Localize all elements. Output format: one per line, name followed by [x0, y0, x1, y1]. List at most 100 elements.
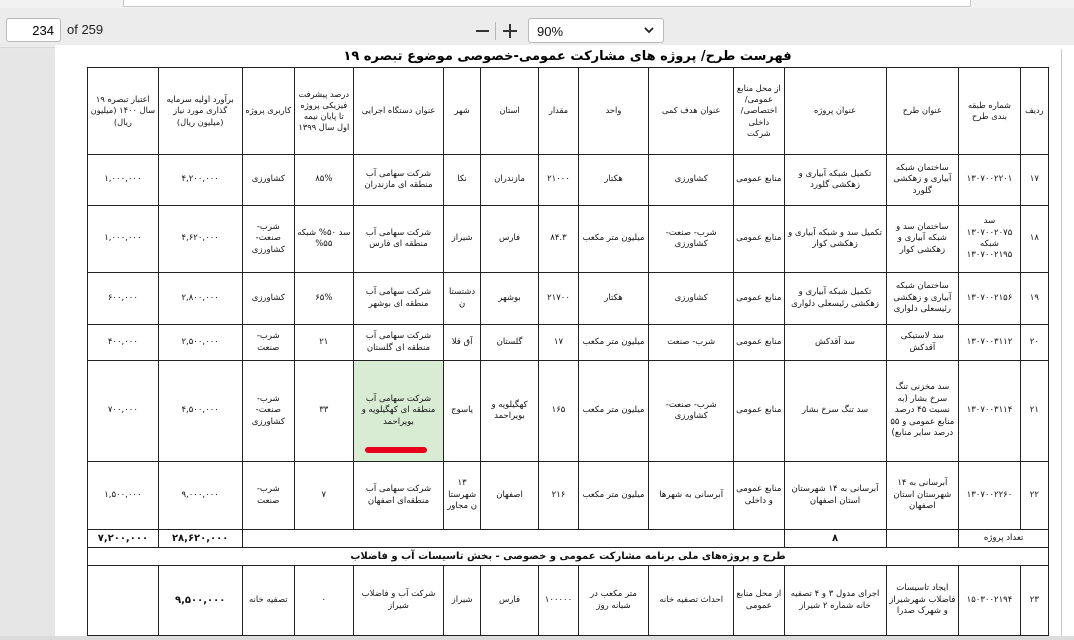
header-cell: ردیف: [1019, 67, 1050, 155]
table-cell: گلستان: [479, 324, 540, 361]
table-cell: [87, 565, 159, 636]
red-underline-annotation: [365, 447, 427, 453]
summary-total-credit: ۷,۲۰۰,۰۰۰: [87, 529, 159, 548]
section-row: طرح و پروژه‌های ملی برنامه مشارکت عمومی …: [87, 547, 1049, 566]
table-cell: ۱۸: [1019, 205, 1050, 273]
table-cell: متر مکعب در شبانه روز: [577, 565, 650, 636]
table-cell: منابع عمومی: [733, 205, 785, 273]
table-cell: کشاورزی: [648, 272, 735, 325]
summary-row: تعداد پروژه ۸ ۲۸,۶۲۰,۰۰۰ ۷,۲۰۰,۰۰۰: [87, 529, 1049, 548]
header-cell: از محل منابع عمومی/ اختصاصی/ داخلی شرکت: [733, 67, 785, 155]
table-cell: اجرای مدول ۳ و ۴ تصفیه خانه شماره ۲ شیرا…: [783, 565, 887, 636]
zoom-out-button[interactable]: [471, 20, 493, 42]
table-cell: ۱۳۰۷۰۰۳۱۱۲: [958, 324, 1021, 361]
table-cell: سد ۵۰% شبکه ۵۵%: [294, 205, 354, 273]
top-box: [123, 0, 971, 7]
table-cell: ۲۲: [1019, 461, 1050, 530]
table-cell: میلیون متر مکعب: [577, 461, 650, 530]
document-viewer[interactable]: فهرست طرح/ پروژه های مشارکت عمومی-خصوصی …: [0, 45, 1074, 640]
table-cell: هکتار: [577, 272, 650, 325]
table-cell: ۲۱۶: [538, 461, 579, 530]
table-cell: ۱,۰۰۰,۰۰۰: [87, 154, 159, 206]
table-cell: ۱,۰۰۰,۰۰۰: [87, 205, 159, 273]
header-cell: عنوان طرح: [885, 67, 960, 155]
table-cell: ۳۳: [294, 360, 354, 462]
summary-total-estimate: ۲۸,۶۲۰,۰۰۰: [157, 529, 243, 548]
table-cell: سد ۱۳۰۷۰۰۲۰۷۵ شبکه ۱۳۰۷۰۰۲۱۹۵: [958, 205, 1021, 273]
page-count-label: of 259: [67, 22, 104, 37]
table-cell: شرب- صنعت- کشاورزی: [241, 360, 296, 462]
table-cell: یاسوج: [443, 360, 481, 462]
table-cell: شیراز: [443, 565, 481, 636]
top-strip: [0, 0, 1074, 8]
table-cell: منابع عمومی: [733, 324, 785, 361]
table-cell: از محل منابع عمومی: [733, 565, 785, 636]
table-cell: ۲,۵۰۰,۰۰۰: [157, 324, 243, 361]
table-cell: منابع عمومی: [733, 360, 785, 462]
table-cell: اصفهان: [479, 461, 540, 530]
table-cell: ۱۹: [1019, 272, 1050, 325]
table-row: ۲۰ ۱۳۰۷۰۰۳۱۱۲ سد لاستیکی آقدکش سد آقدکش …: [87, 324, 1050, 361]
header-cell: شهر: [443, 67, 481, 155]
table-cell: کهگیلویه و بویراحمد: [479, 360, 540, 462]
table-cell: فارس: [479, 565, 540, 636]
table-cell: شیراز: [443, 205, 481, 273]
table-cell: سد آقدکش: [783, 324, 887, 361]
header-cell: مقدار: [538, 67, 579, 155]
table-cell: کشاورزی: [648, 154, 735, 206]
table-row: ۱۸ سد ۱۳۰۷۰۰۲۰۷۵ شبکه ۱۳۰۷۰۰۲۱۹۵ ساختمان…: [87, 205, 1050, 273]
pdf-toolbar: of 259 90%: [0, 8, 1074, 48]
header-cell: کاربری پروژه: [241, 67, 296, 155]
table-row: ۲۱ ۱۳۰۷۰۰۳۱۱۴ سد مخزنی تنگ سرخ بشار (به …: [87, 360, 1050, 462]
table-cell: آبرسانی به شهرها: [648, 461, 735, 530]
bottom-strip: [0, 636, 1074, 640]
table-cell: ۹,۰۰۰,۰۰۰: [157, 461, 243, 530]
table-cell: سد لاستیکی آقدکش: [885, 324, 960, 361]
table-cell: ۲۳: [1019, 565, 1050, 636]
table-cell: تکمیل شبکه آبیاری و زهکشی گلورد: [783, 154, 887, 206]
table-cell: میلیون متر مکعب: [577, 205, 650, 273]
table-cell: شرکت سهامی آب منطقه ای فارس: [352, 205, 445, 273]
page-number-input[interactable]: [6, 18, 61, 42]
table-cell: میلیون متر مکعب: [577, 324, 650, 361]
table-cell: ۱۳۰۷۰۰۳۱۱۴: [958, 360, 1021, 462]
table-cell: شرکت سهامی آب منطقه ای مازندران: [352, 154, 445, 206]
table-cell: میلیون متر مکعب: [577, 360, 650, 462]
table-cell: ۹,۵۰۰,۰۰۰: [157, 565, 243, 636]
table-cell: ۲,۸۰۰,۰۰۰: [157, 272, 243, 325]
table-cell: ۴,۲۰۰,۰۰۰: [157, 154, 243, 206]
table-cell: ۸۴.۳: [538, 205, 579, 273]
table-cell: ۷۰۰,۰۰۰: [87, 360, 159, 462]
zoom-in-button[interactable]: [499, 20, 521, 42]
table-cell: ۴,۶۲۰,۰۰۰: [157, 205, 243, 273]
table-cell: فارس: [479, 205, 540, 273]
table-cell: ۱,۵۰۰,۰۰۰: [87, 461, 159, 530]
table-cell: ۱۶۵: [538, 360, 579, 462]
table-cell: ۴,۵۰۰,۰۰۰: [157, 360, 243, 462]
table-row: ۲۲ ۱۳۰۷۰۰۲۲۶۰ آبرسانی به ۱۴ شهرستان استا…: [87, 461, 1050, 530]
table-cell: ۲۱: [294, 324, 354, 361]
zoom-select[interactable]: 90%: [528, 18, 664, 43]
table-cell: شرب- صنعت- کشاورزی: [648, 205, 735, 273]
table-cell: شرب- صنعت- کشاورزی: [648, 360, 735, 462]
table-cell: شرکت آب و فاضلاب شیراز: [352, 565, 445, 636]
table-cell: ۲۱۰۰۰: [538, 154, 579, 206]
table-cell: شرب- صنعت- کشاورزی: [241, 205, 296, 273]
table-cell: شرکت سهامی آب منطقه‌ای اصفهان: [352, 461, 445, 530]
table-row: ۲۳ ۱۵۰۳۰۰۲۱۹۴ ایجاد تاسیسات فاضلاب شهرشی…: [87, 565, 1050, 636]
table-cell: دشتستان: [443, 272, 481, 325]
table-cell: ۷: [294, 461, 354, 530]
table-cell: کشاورزی: [241, 154, 296, 206]
header-cell: درصد پیشرفت فیزیکی پروژه تا پایان نیمه ا…: [294, 67, 354, 155]
table-cell: منابع عمومی: [733, 272, 785, 325]
table-cell: سد تنگ سرخ بشار: [783, 360, 887, 462]
table-cell: [241, 529, 785, 548]
table-cell: نکا: [443, 154, 481, 206]
table-cell: ۱۷: [1019, 154, 1050, 206]
header-cell: عنوان هدف کمی: [648, 67, 735, 155]
table-cell: کشاورزی: [241, 272, 296, 325]
table-cell: ۱۰۰۰۰۰: [538, 565, 579, 636]
projects-table: ردیف شماره طبقه بندی طرح عنوان طرح عنوان…: [87, 67, 1050, 636]
table-cell: ۱۳ شهرستان مجاور: [443, 461, 481, 530]
table-cell: شرب- صنعت: [241, 324, 296, 361]
